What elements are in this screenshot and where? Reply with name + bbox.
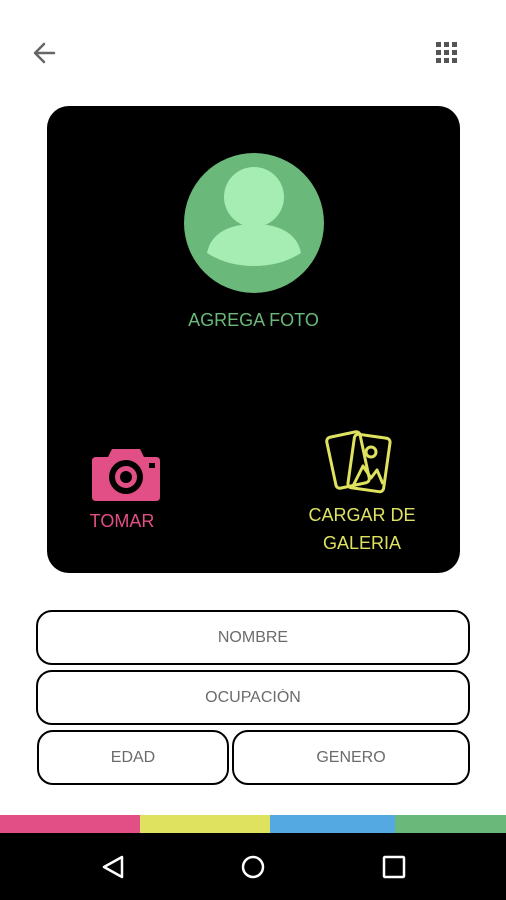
stripe-pink (0, 815, 140, 833)
occupation-field[interactable] (36, 670, 470, 725)
name-field[interactable] (36, 610, 470, 665)
navigation-bar (0, 833, 506, 900)
back-button[interactable] (28, 36, 62, 70)
nav-back-button[interactable] (90, 845, 138, 889)
gallery-label-line1: CARGAR DE (308, 505, 416, 525)
stripe-blue (270, 815, 395, 833)
take-photo-label: TOMAR (89, 511, 155, 531)
nav-recents-icon (382, 855, 406, 879)
nav-home-icon (241, 855, 265, 879)
age-field[interactable] (37, 730, 229, 785)
add-photo-label: AGREGA FOTO (188, 310, 319, 330)
menu-button[interactable] (430, 36, 464, 70)
nav-home-button[interactable] (229, 845, 277, 889)
gallery-label: CARGAR DE GALERIA (282, 501, 442, 557)
stripe-yellow (140, 815, 270, 833)
gallery-label-line2: GALERIA (322, 533, 402, 553)
camera-icon (92, 449, 160, 501)
avatar-button[interactable] (183, 152, 325, 294)
grid-icon (436, 42, 457, 63)
photo-card: AGREGA FOTO TOMAR CARGAR DE GALERIA (47, 106, 460, 573)
arrow-left-icon (33, 42, 56, 64)
take-photo-button[interactable] (90, 443, 162, 503)
gallery-icon (325, 430, 392, 494)
stripe-green (395, 815, 506, 833)
gender-field[interactable] (232, 730, 470, 785)
nav-back-icon (102, 855, 124, 879)
avatar-icon (184, 153, 324, 293)
nav-recents-button[interactable] (370, 845, 418, 889)
gallery-button[interactable] (325, 426, 397, 498)
